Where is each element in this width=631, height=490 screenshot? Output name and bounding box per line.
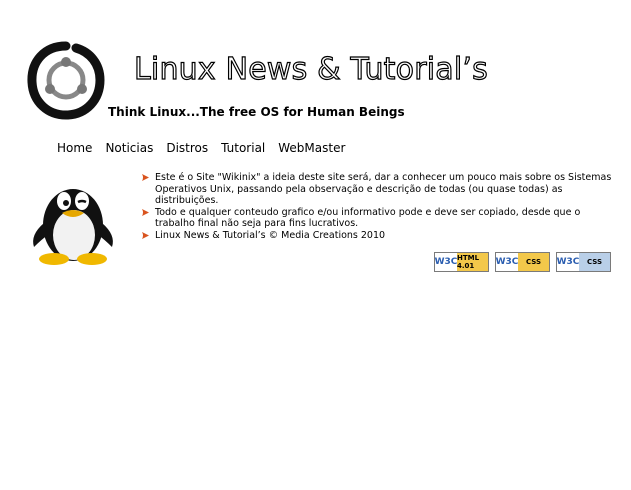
list-item: Este é o Site "Wikinix" a ideia deste si… [141,172,619,207]
list-item: Todo e qualquer conteudo grafico e/ou in… [141,207,619,230]
w3c-logo: W3C [557,253,579,271]
site-title: Linux News & Tutorial’s [133,51,488,87]
site-tagline: Think Linux...The free OS for Human Bein… [108,105,405,119]
w3c-badges: W3C HTML 4.01 W3C CSS W3C CSS [434,252,611,272]
ubuntu-enso-logo-icon [27,41,105,120]
list-item: Linux News & Tutorial’s © Media Creation… [141,230,619,242]
list-item-text: Todo e qualquer conteudo grafico e/ou in… [155,206,581,230]
intro-bullet-list: Este é o Site "Wikinix" a ideia deste si… [141,172,619,241]
w3c-css-badge[interactable]: W3C CSS [495,252,550,272]
badge-label: HTML 4.01 [457,253,488,271]
tux-penguin-icon [33,189,113,265]
bullet-icon [141,207,155,218]
nav-distros[interactable]: Distros [166,141,208,155]
nav-tutorial[interactable]: Tutorial [221,141,265,155]
w3c-logo: W3C [496,253,518,271]
badge-label: CSS [518,253,549,271]
w3c-logo: W3C [435,253,457,271]
list-item-text: Este é o Site "Wikinix" a ideia deste si… [155,172,612,206]
w3c-html-badge[interactable]: W3C HTML 4.01 [434,252,489,272]
main-nav: Home Noticias Distros Tutorial WebMaster [57,141,345,155]
bullet-icon [141,230,155,241]
bullet-icon [141,172,155,183]
nav-noticias[interactable]: Noticias [105,141,153,155]
badge-label: CSS [579,253,610,271]
list-item-text: Linux News & Tutorial’s © Media Creation… [155,229,386,241]
w3c-css-badge-blue[interactable]: W3C CSS [556,252,611,272]
nav-webmaster[interactable]: WebMaster [278,141,345,155]
nav-home[interactable]: Home [57,141,92,155]
